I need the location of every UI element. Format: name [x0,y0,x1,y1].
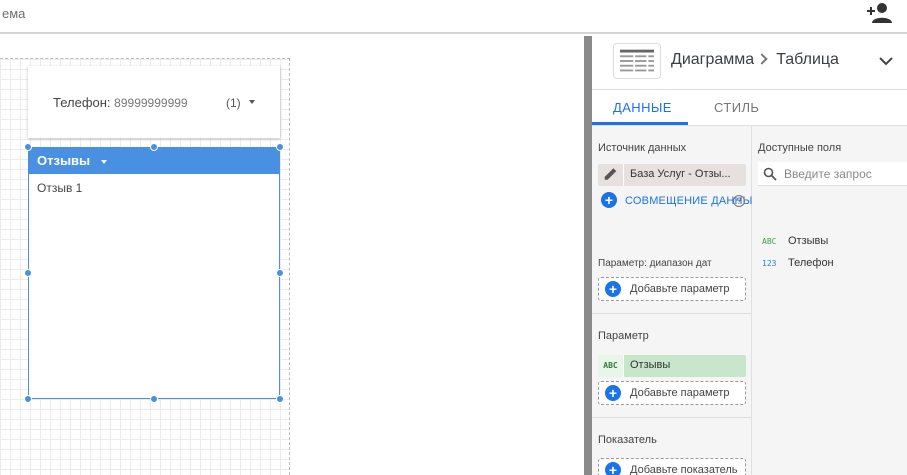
breadcrumb-table[interactable]: Таблица [776,51,839,68]
top-toolbar: ема [0,0,907,34]
properties-panel: Диаграмма Таблица ДАННЫЕ СТИЛЬ Источник д… [592,36,907,475]
tab-style[interactable]: СТИЛЬ [714,100,759,115]
help-icon[interactable]: ? [733,195,745,207]
field-search-input[interactable] [784,165,906,183]
data-config-column: Источник данных База Услуг - Отзы... + С… [592,126,760,475]
add-circle-icon: + [605,281,621,297]
add-date-parameter-label: Добавьте параметр [630,283,730,295]
resize-handle-left[interactable] [24,269,32,277]
data-source-name: База Услуг - Отзы... [630,168,731,180]
data-source-title: Источник данных [598,142,687,154]
available-field-item[interactable]: ABC Отзывы [762,235,828,247]
resize-handle-bottom-left[interactable] [24,395,32,403]
chevron-down-icon[interactable] [878,55,894,67]
available-field-name: Телефон [788,257,834,269]
resize-handle-right[interactable] [276,269,284,277]
table-chart-icon[interactable] [613,43,661,79]
table-header[interactable]: Отзывы [29,148,279,174]
add-date-parameter-button[interactable]: + Добавьте параметр [598,277,746,301]
edit-pencil-icon[interactable] [598,164,624,186]
panel-header: Диаграмма Таблица [592,36,907,90]
date-range-title: Параметр: диапазон дат [598,258,712,269]
scorecard-widget[interactable]: Телефон: 89999999999 (1) [28,66,280,138]
section-divider [592,417,751,418]
available-fields-title: Доступные поля [758,142,842,154]
section-divider [592,313,751,314]
dimension-field-name: Отзывы [630,359,671,371]
table-row: Отзыв 1 [37,181,83,195]
add-circle-icon: + [605,462,621,475]
search-icon [763,167,777,181]
tab-data[interactable]: ДАННЫЕ [613,100,672,115]
dropdown-arrow-icon[interactable] [249,100,255,104]
person-add-icon[interactable] [866,1,894,25]
resize-handle-bottom[interactable] [150,395,158,403]
add-circle-icon: + [605,385,621,401]
resize-handle-top-right[interactable] [276,143,284,151]
available-field-item[interactable]: 123 Телефон [762,257,834,269]
data-source-chip[interactable]: База Услуг - Отзы... [598,164,746,186]
scorecard-label: Телефон: 89999999999 [53,95,188,110]
table-widget[interactable]: Отзывы Отзыв 1 [28,147,280,399]
add-metric-button[interactable]: + Добавьте показатель [598,458,746,475]
number-type-icon: 123 [762,259,777,268]
available-fields-column: Доступные поля ABC Отзывы 123 Телефон [752,126,907,475]
field-search [758,162,907,186]
scorecard-count: (1) [226,96,241,110]
theme-menu-label[interactable]: ема [2,6,25,21]
add-metric-label: Добавьте показатель [630,464,738,475]
panel-tabs: ДАННЫЕ СТИЛЬ [592,90,907,126]
add-dimension-button[interactable]: + Добавьте параметр [598,381,746,405]
resize-handle-bottom-right[interactable] [276,395,284,403]
dimension-field-chip[interactable]: ABC Отзывы [598,355,746,377]
scorecard-value: 89999999999 [114,96,188,110]
panel-divider[interactable] [584,36,592,475]
text-type-icon: ABC [598,355,624,377]
chevron-right-icon [756,53,768,65]
available-field-name: Отзывы [788,235,829,247]
add-circle-icon[interactable]: + [601,192,617,208]
dimension-title: Параметр [598,330,649,342]
text-type-icon: ABC [762,237,777,246]
sort-arrow-icon[interactable] [101,160,107,164]
breadcrumb-chart[interactable]: Диаграмма [671,51,754,68]
table-column-header[interactable]: Отзывы [37,153,90,168]
resize-handle-top[interactable] [150,143,158,151]
active-tab-indicator [592,122,688,125]
resize-handle-top-left[interactable] [24,143,32,151]
add-dimension-label: Добавьте параметр [630,387,730,399]
metric-title: Показатель [598,434,657,446]
chart-type-breadcrumb: Диаграмма Таблица [671,51,839,69]
